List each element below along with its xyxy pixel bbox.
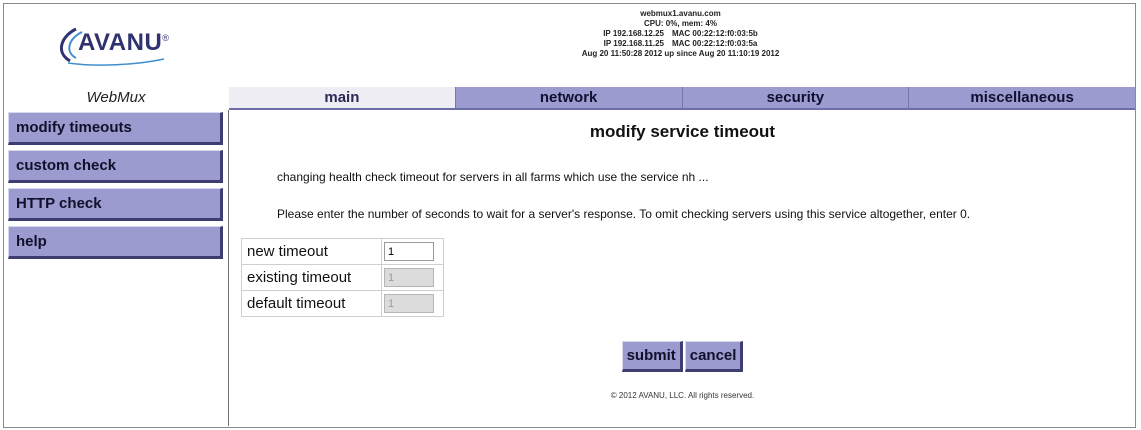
sidebar: modify timeouts custom check HTTP check …: [4, 110, 229, 426]
product-name: WebMux: [86, 89, 146, 106]
new-timeout-input[interactable]: [384, 242, 434, 262]
sidebar-item-custom-check[interactable]: custom check: [8, 150, 223, 183]
interface-line: IP 192.168.11.25 MAC 00:22:12:f0:03:5a: [603, 39, 758, 48]
main-content: modify service timeout changing health c…: [230, 110, 1135, 426]
uptime: Aug 20 11:50:28 2012 up since Aug 20 11:…: [581, 49, 780, 58]
logo-area: AVANU®: [4, 4, 228, 86]
form-actions: submit cancel: [230, 341, 1135, 372]
timeout-form: new timeout existing timeout default tim…: [241, 238, 444, 317]
tab-network[interactable]: network: [454, 87, 682, 108]
existing-timeout-input: [384, 268, 434, 288]
default-timeout-label: default timeout: [241, 290, 382, 317]
sidebar-item-help[interactable]: help: [8, 226, 223, 259]
brand-name: AVANU®: [78, 29, 170, 56]
submit-button[interactable]: submit: [621, 341, 683, 372]
instructions-text: Please enter the number of seconds to wa…: [277, 207, 971, 221]
existing-timeout-label: existing timeout: [241, 264, 382, 291]
tab-miscellaneous[interactable]: miscellaneous: [908, 87, 1135, 108]
hostname: webmux1.avanu.com: [640, 9, 721, 18]
interface-line: IP 192.168.12.25 MAC 00:22:12:f0:03:5b: [603, 29, 758, 38]
copyright-footer: © 2012 AVANU, LLC. All rights reserved.: [610, 391, 755, 400]
page-title: modify service timeout: [589, 122, 776, 141]
description-text: changing health check timeout for server…: [277, 170, 709, 184]
default-timeout-input: [384, 294, 434, 314]
sidebar-item-http-check[interactable]: HTTP check: [8, 188, 223, 221]
form-row: new timeout: [241, 238, 444, 265]
tab-bar: main network security miscellaneous: [229, 87, 1135, 110]
system-info: webmux1.avanu.com CPU: 0%, mem: 4% IP 19…: [228, 9, 1133, 59]
tab-main[interactable]: main: [229, 87, 455, 108]
tab-security[interactable]: security: [681, 87, 909, 108]
form-row: existing timeout: [241, 264, 444, 291]
form-row: default timeout: [241, 290, 444, 317]
sidebar-item-modify-timeouts[interactable]: modify timeouts: [8, 112, 223, 145]
cpu-mem: CPU: 0%, mem: 4%: [644, 19, 717, 28]
new-timeout-label: new timeout: [241, 238, 382, 265]
cancel-button[interactable]: cancel: [684, 341, 744, 372]
avanu-logo: AVANU®: [46, 23, 186, 67]
